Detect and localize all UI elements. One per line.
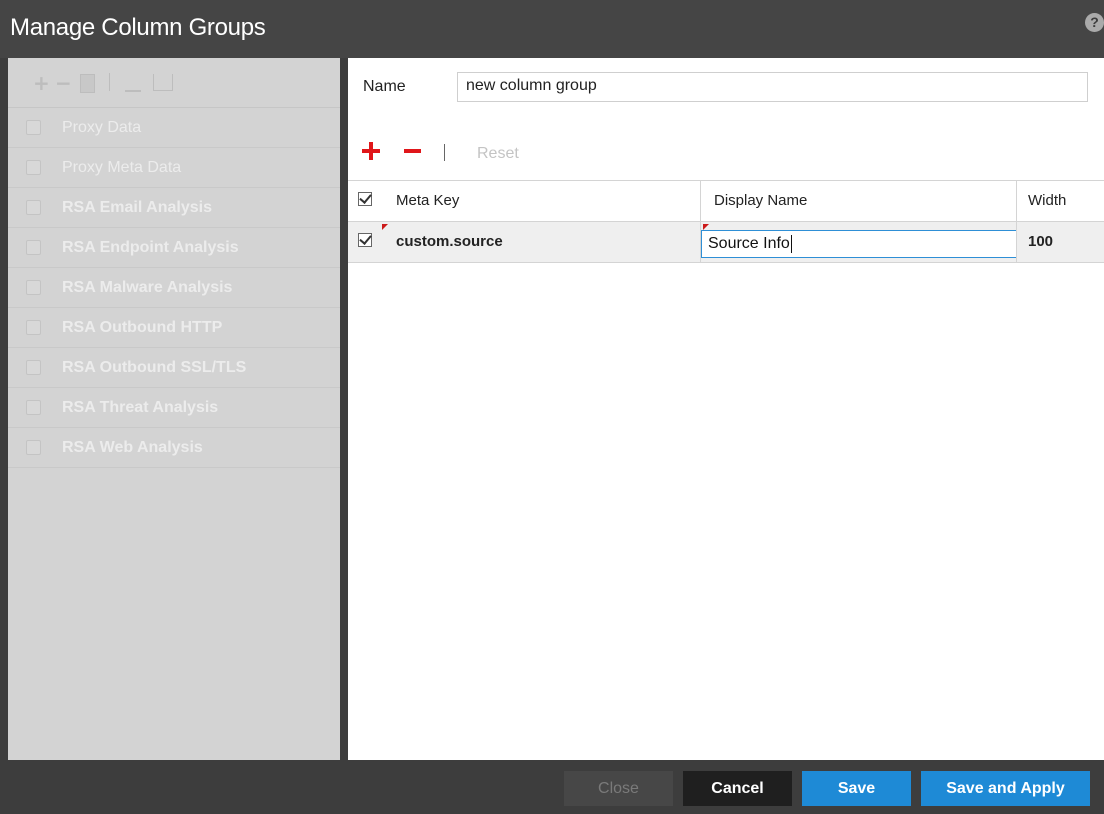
group-checkbox[interactable]: [26, 440, 41, 455]
group-item[interactable]: RSA Outbound HTTP: [8, 308, 340, 348]
group-checkbox[interactable]: [26, 240, 41, 255]
cancel-button[interactable]: Cancel: [683, 771, 792, 806]
dialog-title: Manage Column Groups: [10, 14, 266, 41]
copy-group-icon[interactable]: [80, 74, 95, 93]
group-item[interactable]: RSA Malware Analysis: [8, 268, 340, 308]
group-label: RSA Outbound HTTP: [62, 319, 223, 336]
group-label: RSA Malware Analysis: [62, 279, 233, 296]
display-name-input[interactable]: Source Info: [701, 230, 1017, 258]
group-checkbox[interactable]: [26, 360, 41, 375]
groups-toolbar: + −: [8, 58, 340, 108]
export-icon[interactable]: [153, 74, 173, 91]
group-item[interactable]: RSA Outbound SSL/TLS: [8, 348, 340, 388]
group-item[interactable]: RSA Endpoint Analysis: [8, 228, 340, 268]
save-button[interactable]: Save: [802, 771, 911, 806]
name-label: Name: [363, 78, 406, 95]
display-name-header[interactable]: Display Name: [714, 181, 807, 221]
group-checkbox[interactable]: [26, 200, 41, 215]
group-checkbox[interactable]: [26, 320, 41, 335]
group-checkbox[interactable]: [26, 160, 41, 175]
group-item[interactable]: Proxy Data: [8, 108, 340, 148]
groups-list: Proxy Data Proxy Meta Data RSA Email Ana…: [8, 108, 340, 468]
group-checkbox[interactable]: [26, 120, 41, 135]
group-label: RSA Web Analysis: [62, 439, 203, 456]
group-label: RSA Endpoint Analysis: [62, 239, 239, 256]
group-editor-panel: Name new column group Reset Meta Key Dis…: [348, 58, 1104, 760]
remove-column-icon[interactable]: [404, 149, 421, 153]
manage-column-groups-dialog: Manage Column Groups ? + − Proxy Data Pr…: [0, 0, 1104, 814]
group-label: RSA Outbound SSL/TLS: [62, 359, 247, 376]
table-header-row: Meta Key Display Name Width: [348, 180, 1104, 222]
import-icon[interactable]: [125, 74, 141, 92]
group-label: RSA Email Analysis: [62, 199, 212, 216]
column-divider: [700, 181, 701, 221]
width-header[interactable]: Width: [1028, 181, 1066, 221]
group-item[interactable]: RSA Email Analysis: [8, 188, 340, 228]
title-bar: Manage Column Groups ?: [0, 0, 1104, 58]
select-all-checkbox[interactable]: [358, 192, 372, 206]
name-input[interactable]: new column group: [457, 72, 1088, 102]
group-label: RSA Threat Analysis: [62, 399, 219, 416]
reset-button[interactable]: Reset: [477, 145, 519, 163]
text-caret: [790, 234, 792, 253]
add-column-icon[interactable]: [362, 142, 380, 160]
dirty-marker: [382, 224, 388, 230]
remove-group-icon[interactable]: −: [55, 71, 72, 95]
group-checkbox[interactable]: [26, 400, 41, 415]
table-row[interactable]: custom.source Source Info 100: [348, 222, 1104, 263]
close-button[interactable]: Close: [564, 771, 673, 806]
column-divider: [1016, 222, 1017, 262]
group-item[interactable]: Proxy Meta Data: [8, 148, 340, 188]
column-divider: [1016, 181, 1017, 221]
meta-key-cell[interactable]: custom.source: [396, 222, 503, 262]
group-checkbox[interactable]: [26, 280, 41, 295]
group-label: Proxy Meta Data: [62, 159, 182, 176]
meta-key-header[interactable]: Meta Key: [396, 181, 459, 221]
group-item[interactable]: RSA Threat Analysis: [8, 388, 340, 428]
dialog-footer: Close Cancel Save Save and Apply: [0, 760, 1104, 814]
toolbar-divider: [109, 73, 110, 91]
toolbar-divider: [444, 144, 445, 161]
save-and-apply-button[interactable]: Save and Apply: [921, 771, 1090, 806]
width-cell[interactable]: 100: [1028, 222, 1053, 262]
help-icon[interactable]: ?: [1085, 13, 1104, 32]
display-name-value: Source Info: [708, 235, 790, 252]
add-group-icon[interactable]: +: [33, 71, 50, 95]
group-label: Proxy Data: [62, 119, 142, 136]
column-groups-panel: + − Proxy Data Proxy Meta Data RSA Email…: [8, 58, 340, 760]
group-item[interactable]: RSA Web Analysis: [8, 428, 340, 468]
columns-table: Meta Key Display Name Width custom.sourc…: [348, 180, 1104, 263]
row-checkbox[interactable]: [358, 233, 372, 247]
